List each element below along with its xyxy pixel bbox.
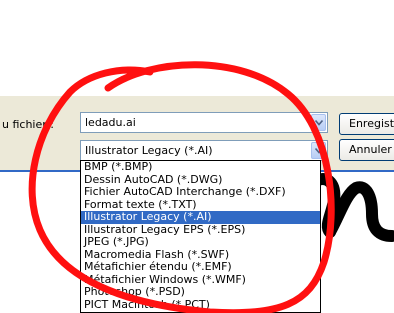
cancel-button[interactable]: Annuler (339, 139, 394, 161)
filetype-option[interactable]: PICT Macintosh (*.PCT) (81, 298, 320, 312)
filetype-dropdown-list[interactable]: BMP (*.BMP) Dessin AutoCAD (*.DWG) Fichier… (80, 160, 321, 313)
save-button[interactable]: Enregistrer (339, 113, 394, 135)
filetype-option[interactable]: JPEG (*.JPG) (81, 235, 320, 249)
filename-combobox[interactable]: ledadu.ai (80, 112, 328, 133)
filename-label: u fichier : (2, 118, 54, 131)
filetype-option[interactable]: Fichier AutoCAD Interchange (*.DXF) (81, 185, 320, 199)
filename-input[interactable]: ledadu.ai (85, 116, 136, 129)
chevron-down-icon[interactable] (311, 114, 326, 131)
filetype-select[interactable]: Illustrator Legacy (*.AI) (80, 140, 328, 161)
filetype-option[interactable]: Métafichier étendu (*.EMF) (81, 260, 320, 274)
filetype-option[interactable]: BMP (*.BMP) (81, 161, 320, 174)
filetype-option[interactable]: Illustrator Legacy (*.AI) (81, 210, 320, 224)
filetype-selected-value: Illustrator Legacy (*.AI) (85, 144, 213, 157)
chevron-down-icon[interactable] (311, 142, 326, 159)
filetype-option[interactable]: Photoshop (*.PSD) (81, 285, 320, 299)
